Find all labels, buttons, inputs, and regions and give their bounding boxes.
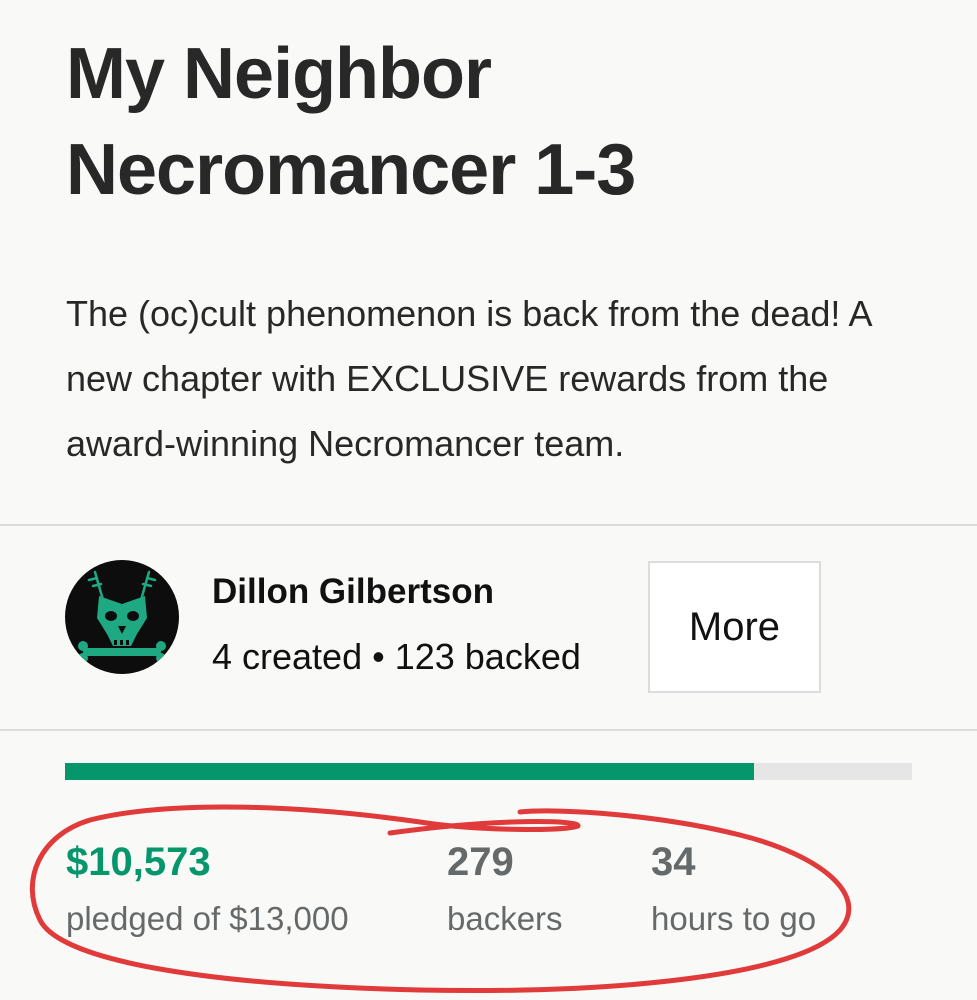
pledged-goal-label: pledged of $13,000: [66, 900, 349, 937]
time-remaining-label: hours to go: [651, 900, 817, 937]
divider: [0, 729, 977, 731]
project-page: My Neighbor Necromancer 1-3 The (oc)cult…: [0, 0, 977, 1000]
project-title: My Neighbor Necromancer 1-3: [66, 34, 636, 210]
time-remaining: 34: [651, 840, 696, 884]
red-circle-annotation: [29, 804, 852, 994]
project-blurb: The (oc)cult phenomenon is back from the…: [66, 293, 871, 464]
pledged-amount: $10,573: [66, 840, 211, 884]
more-button[interactable]: More: [648, 561, 821, 693]
creator-avatar[interactable]: [65, 560, 179, 674]
divider: [0, 524, 977, 526]
wolf-skull-icon: [78, 570, 166, 663]
funding-progress-fill: [65, 763, 754, 780]
backers-count: 279: [447, 840, 514, 884]
creator-name[interactable]: Dillon Gilbertson: [212, 570, 494, 614]
creator-stats: 4 created • 123 backed: [212, 636, 581, 677]
funding-progress-bar: [65, 763, 912, 780]
backers-label: backers: [447, 900, 563, 937]
